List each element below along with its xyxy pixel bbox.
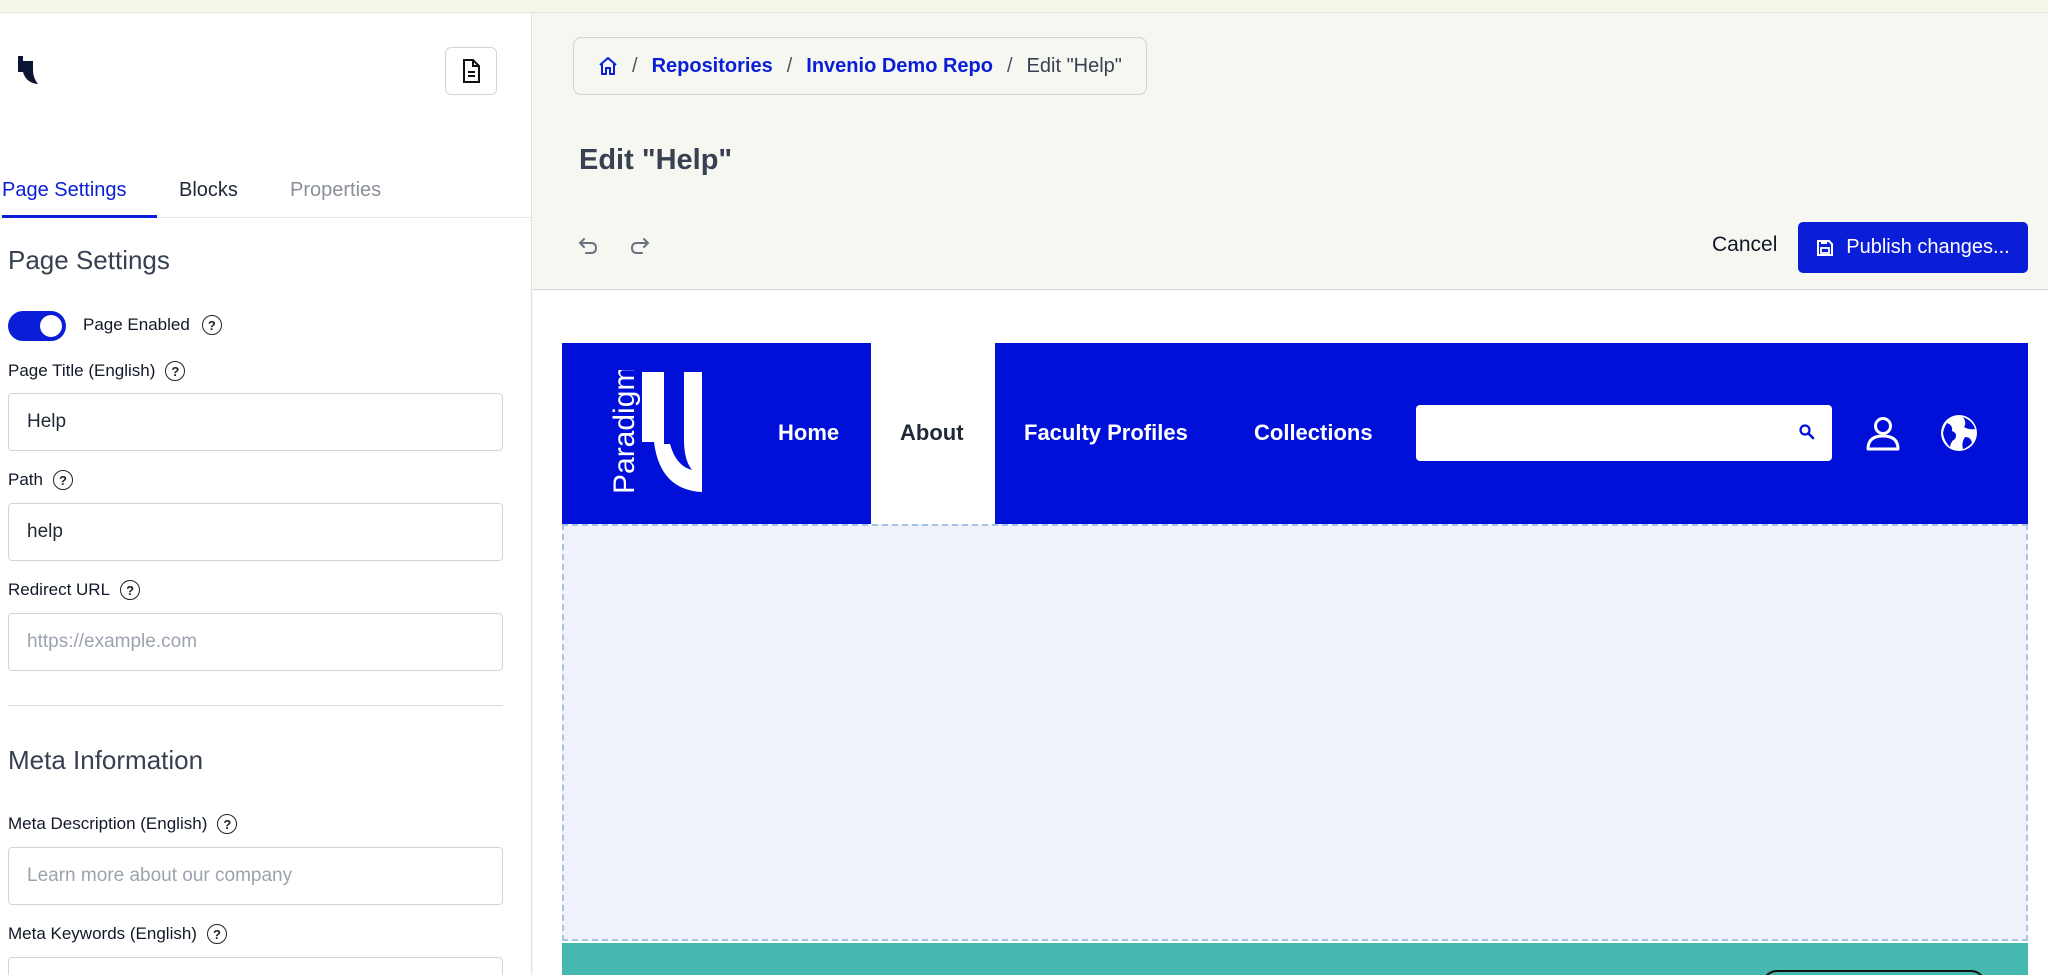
preview-nav-collections[interactable]: Collections xyxy=(1254,420,1372,446)
editor-sidebar: Page Settings Blocks Properties Page Set… xyxy=(0,13,532,975)
help-icon[interactable]: ? xyxy=(217,814,238,834)
path-input[interactable] xyxy=(8,503,503,561)
redirect-url-label-text: Redirect URL xyxy=(8,580,111,599)
top-strip xyxy=(0,0,2048,13)
tab-blocks[interactable]: Blocks xyxy=(179,173,238,218)
breadcrumb-separator: / xyxy=(1006,54,1013,77)
breadcrumb: / Repositories / Invenio Demo Repo / Edi… xyxy=(573,37,1147,95)
meta-description-label-text: Meta Description (English) xyxy=(8,814,208,833)
preview-paradigm-logo: Paradigm xyxy=(608,370,702,494)
meta-description-label: Meta Description (English) ? xyxy=(8,814,238,834)
preview-nav-faculty-profiles[interactable]: Faculty Profiles xyxy=(1024,420,1188,446)
help-icon[interactable]: ? xyxy=(120,580,141,600)
globe-icon[interactable] xyxy=(1939,413,1979,453)
help-icon[interactable]: ? xyxy=(165,361,186,381)
path-label-text: Path xyxy=(8,470,43,489)
preview-logo-text: Paradigm xyxy=(608,370,641,494)
breadcrumb-separator: / xyxy=(632,54,638,77)
preview-footer-button[interactable] xyxy=(1762,970,1986,975)
help-icon[interactable]: ? xyxy=(206,924,227,944)
block-drop-zone[interactable] xyxy=(562,524,2028,941)
document-button[interactable] xyxy=(445,47,497,95)
page-title-label: Page Title (English) ? xyxy=(8,361,186,381)
page-title: Edit "Help" xyxy=(579,144,733,176)
tab-page-settings[interactable]: Page Settings xyxy=(2,173,157,218)
meta-keywords-input[interactable] xyxy=(8,957,503,975)
page-title-input[interactable] xyxy=(8,393,503,451)
section-divider xyxy=(8,705,503,706)
page-enabled-toggle[interactable] xyxy=(8,311,66,341)
meta-description-input[interactable] xyxy=(8,847,503,905)
page-settings-title: Page Settings xyxy=(8,245,170,275)
cancel-button[interactable]: Cancel xyxy=(1712,233,1777,257)
breadcrumb-separator: / xyxy=(786,54,793,77)
toggle-knob xyxy=(40,315,62,337)
publish-changes-label: Publish changes... xyxy=(1846,236,2010,258)
page-title-label-text: Page Title (English) xyxy=(8,361,156,380)
redirect-url-input[interactable] xyxy=(8,613,503,671)
help-icon[interactable]: ? xyxy=(52,470,73,490)
tab-properties[interactable]: Properties xyxy=(290,173,381,218)
publish-changes-button[interactable]: Publish changes... xyxy=(1798,222,2028,273)
meta-keywords-label-text: Meta Keywords (English) xyxy=(8,924,197,943)
app-logo-icon xyxy=(18,56,38,84)
redo-icon[interactable] xyxy=(628,234,652,258)
undo-icon[interactable] xyxy=(576,234,600,258)
meta-keywords-label: Meta Keywords (English) ? xyxy=(8,924,227,944)
page-enabled-label: Page Enabled ? xyxy=(83,315,222,335)
page-enabled-text: Page Enabled xyxy=(83,315,190,334)
document-icon xyxy=(463,59,480,83)
breadcrumb-current: Edit "Help" xyxy=(1026,54,1122,77)
sidebar-tabs: Page Settings Blocks Properties xyxy=(0,173,531,218)
redirect-url-label: Redirect URL ? xyxy=(8,580,141,600)
preview-nav-home[interactable]: Home xyxy=(778,420,839,446)
search-icon[interactable] xyxy=(1798,423,1816,441)
preview-nav-about[interactable]: About xyxy=(900,420,964,446)
breadcrumb-repositories[interactable]: Repositories xyxy=(652,55,773,78)
save-icon xyxy=(1817,239,1834,256)
help-icon[interactable]: ? xyxy=(201,315,222,335)
meta-information-title: Meta Information xyxy=(8,745,204,775)
user-icon[interactable] xyxy=(1865,415,1901,451)
path-label: Path ? xyxy=(8,470,73,490)
home-icon[interactable] xyxy=(598,56,618,76)
preview-search-input[interactable] xyxy=(1416,405,1832,461)
breadcrumb-invenio-demo-repo[interactable]: Invenio Demo Repo xyxy=(806,55,993,78)
